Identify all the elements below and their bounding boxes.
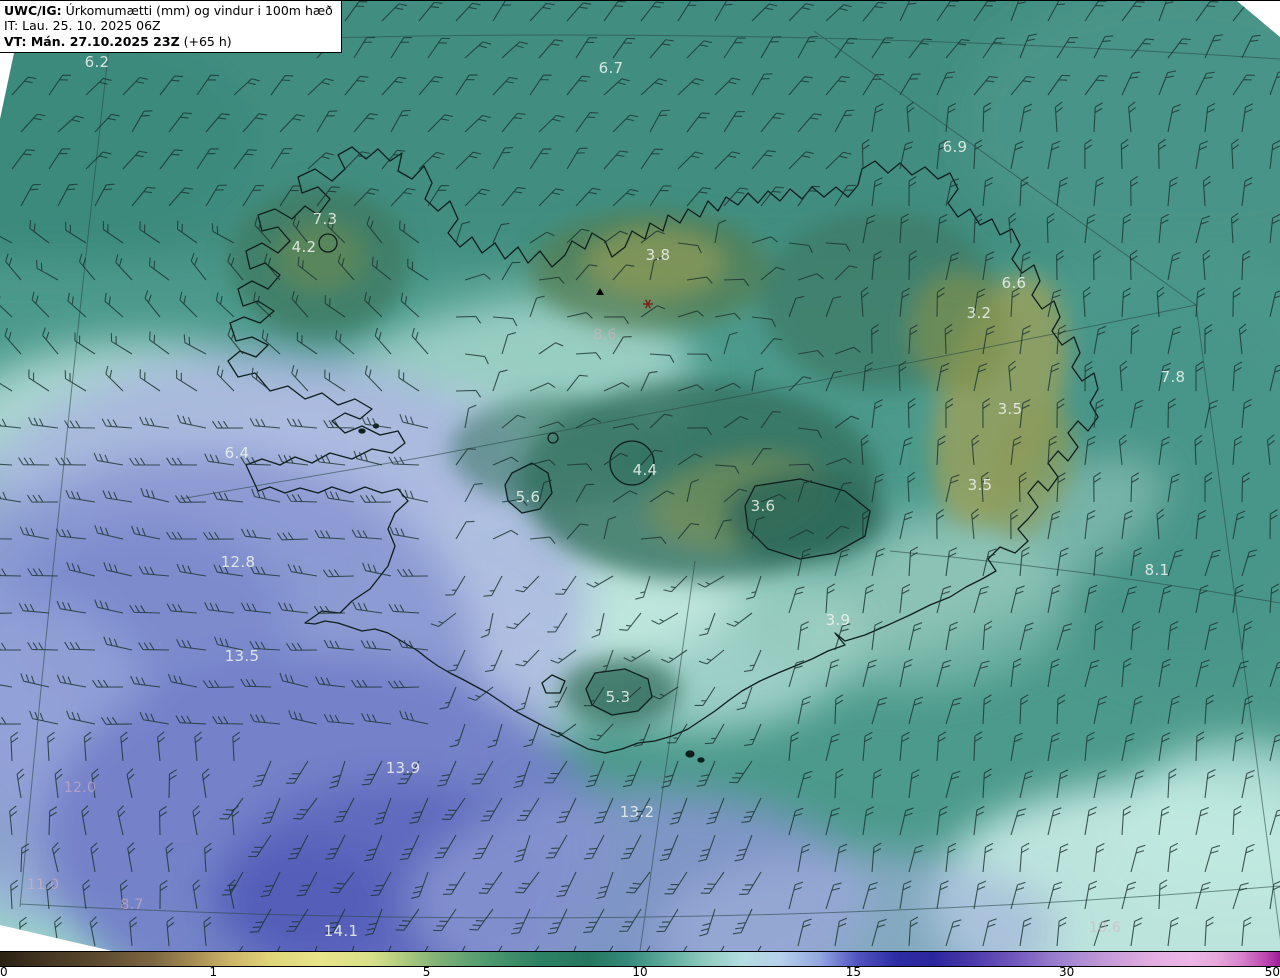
colorbar-tick: 50 (1264, 965, 1280, 978)
title-line: UWC/IG: Úrkomumætti (mm) og vindur i 100… (4, 3, 333, 18)
product-code: UWC/IG: (4, 3, 62, 18)
colorbar: 0 1 5 10 15 30 50 (0, 951, 1280, 978)
colorbar-tick-labels: 0 1 5 10 15 30 50 (0, 965, 1280, 978)
colorbar-tick: 1 (209, 965, 218, 978)
colorbar-tick: 15 (845, 965, 862, 978)
colorbar-tick: 30 (1058, 965, 1075, 978)
weather-map-screenshot: 6.2 6.7 6.9 7.3 4.2 3.8 6.6 3.2 7.8 3.5 6.4 4.4 3.5 5… (0, 0, 1280, 978)
valid-time-line: VT: Mán. 27.10.2025 23Z (+65 h) (4, 33, 232, 49)
colorbar-tick: 0 (0, 965, 8, 978)
colorbar-tick: 5 (422, 965, 431, 978)
weather-map (0, 1, 1280, 951)
init-time-line: IT: Lau. 25. 10. 2025 06Z (4, 18, 161, 34)
title-box: UWC/IG: Úrkomumætti (mm) og vindur i 100… (0, 1, 342, 53)
map-title: Úrkomumætti (mm) og vindur i 100m hæð (61, 3, 333, 18)
colorbar-tick: 10 (632, 965, 648, 978)
map-area: 6.2 6.7 6.9 7.3 4.2 3.8 6.6 3.2 7.8 3.5 6.4 4.4 3.5 5… (0, 1, 1280, 951)
